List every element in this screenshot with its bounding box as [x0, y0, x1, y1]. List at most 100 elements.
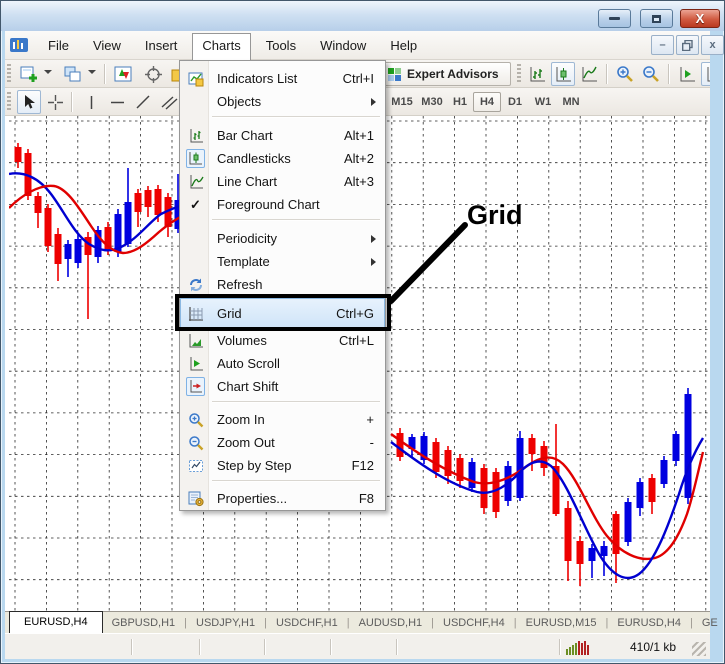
chart-tab[interactable]: AUDUSD,H1 [350, 617, 432, 629]
toolbar-separator [668, 64, 669, 84]
menu-item-objects[interactable]: Objects [181, 90, 384, 113]
timeframe-m15[interactable]: M15 [387, 92, 417, 112]
menu-item-foreground-chart[interactable]: ✓ Foreground Chart [181, 193, 384, 216]
toolbar-separator [71, 92, 72, 112]
menu-file[interactable]: File [39, 34, 78, 57]
expert-advisors-button[interactable]: Expert Advisors [381, 62, 511, 86]
indicators-list-icon [181, 71, 210, 87]
timeframe-w1[interactable]: W1 [529, 92, 557, 112]
timeframe-mn[interactable]: MN [557, 92, 585, 112]
callout-label: Grid [467, 200, 523, 231]
candlestick-chart-button[interactable] [551, 62, 575, 86]
timeframe-h4[interactable]: H4 [473, 92, 501, 112]
crosshair-icon [144, 65, 163, 84]
menu-help[interactable]: Help [381, 34, 426, 57]
mt4-window: X File View Insert Charts Tools Window H… [0, 0, 725, 664]
candlesticks-icon [186, 149, 205, 168]
chart-tab[interactable]: USDCHF,H1 [267, 617, 347, 629]
chart-tab[interactable]: GBPUSD,H1 [103, 617, 185, 629]
menu-view[interactable]: View [84, 34, 130, 57]
vertical-line-tool-button[interactable] [79, 90, 103, 114]
menu-separator [212, 480, 380, 481]
new-chart-icon [20, 65, 39, 84]
submenu-arrow-icon [371, 98, 376, 106]
timeframe-d1[interactable]: D1 [501, 92, 529, 112]
menu-insert[interactable]: Insert [136, 34, 187, 57]
chart-tab-overflow[interactable]: GE [693, 617, 725, 629]
window-minimize-button[interactable] [598, 9, 631, 28]
chart-shift-button[interactable] [701, 62, 710, 86]
chart-tab[interactable]: USDJPY,H1 [187, 617, 264, 629]
menu-item-zoom-in[interactable]: Zoom In + [181, 408, 384, 431]
zoom-in-button[interactable] [613, 62, 637, 86]
menu-tools[interactable]: Tools [257, 34, 305, 57]
menu-charts[interactable]: Charts [192, 33, 250, 61]
toolbar-separator [104, 64, 105, 84]
timeframe-m30[interactable]: M30 [417, 92, 447, 112]
chart-tab[interactable]: EURUSD,H4 [608, 617, 690, 629]
zoom-in-icon [616, 65, 634, 83]
menu-bar: File View Insert Charts Tools Window Hel… [5, 31, 710, 60]
child-close-button[interactable]: x [701, 35, 724, 55]
resize-grip[interactable] [692, 642, 706, 656]
new-order-icon [114, 66, 133, 83]
grid-highlight-box [175, 294, 391, 331]
menu-item-step-by-step[interactable]: Step by Step F12 [181, 454, 384, 477]
menu-item-indicators-list[interactable]: Indicators List Ctrl+I [181, 67, 384, 90]
new-chart-button[interactable] [17, 62, 41, 86]
menu-item-refresh[interactable]: Refresh [181, 273, 384, 296]
zoom-out-button[interactable] [639, 62, 663, 86]
menu-item-periodicity[interactable]: Periodicity [181, 227, 384, 250]
cursor-icon [22, 94, 37, 111]
menu-item-template[interactable]: Template [181, 250, 384, 273]
checkmark-icon: ✓ [190, 197, 201, 213]
chart-tab[interactable]: USDCHF,H4 [434, 617, 514, 629]
connection-status: 410/1 kb [603, 640, 703, 654]
menu-window[interactable]: Window [311, 34, 375, 57]
menu-separator [212, 401, 380, 402]
bar-chart-button[interactable] [525, 62, 549, 86]
chart-tabs-bar: EURUSD,H4 GBPUSD,H1| USDJPY,H1| USDCHF,H… [5, 611, 710, 633]
crosshair-tool-button[interactable] [43, 90, 67, 114]
profiles-button[interactable] [61, 62, 85, 86]
refresh-icon [181, 277, 210, 293]
channel-tool-button[interactable] [157, 90, 181, 114]
chart-tab[interactable]: EURUSD,M15 [517, 617, 606, 629]
restore-icon [682, 40, 693, 51]
profiles-dropdown-caret[interactable] [88, 70, 96, 74]
auto-scroll-button[interactable] [675, 62, 699, 86]
toolbar-grip[interactable] [7, 64, 11, 84]
menu-item-candlesticks[interactable]: Candlesticks Alt+2 [181, 147, 384, 170]
menu-item-properties[interactable]: Properties... F8 [181, 487, 384, 510]
submenu-arrow-icon [371, 235, 376, 243]
bar-chart-icon [528, 66, 546, 83]
horizontal-line-tool-button[interactable] [105, 90, 129, 114]
expert-advisors-icon [387, 67, 402, 82]
profiles-icon [64, 66, 82, 83]
crosshair-button[interactable] [141, 62, 165, 86]
menu-item-line-chart[interactable]: Line Chart Alt+3 [181, 170, 384, 193]
toolbar-grip[interactable] [517, 64, 521, 84]
child-minimize-button[interactable]: – [651, 35, 674, 55]
trendline-tool-button[interactable] [131, 90, 155, 114]
auto-scroll-icon [678, 66, 696, 83]
trendline-icon [135, 94, 152, 111]
line-chart-button[interactable] [577, 62, 601, 86]
window-maximize-button[interactable] [640, 9, 673, 28]
timeframe-h1[interactable]: H1 [447, 92, 473, 112]
horizontal-line-icon [109, 94, 126, 111]
menu-item-bar-chart[interactable]: Bar Chart Alt+1 [181, 124, 384, 147]
cursor-tool-button[interactable] [17, 90, 41, 114]
new-order-button[interactable] [111, 62, 135, 86]
menu-item-volumes[interactable]: Volumes Ctrl+L [181, 329, 384, 352]
chart-tab-active[interactable]: EURUSD,H4 [9, 611, 103, 633]
menu-item-auto-scroll[interactable]: Auto Scroll [181, 352, 384, 375]
window-close-button[interactable]: X [680, 9, 720, 28]
chart-shift-icon [704, 66, 710, 83]
menu-item-zoom-out[interactable]: Zoom Out - [181, 431, 384, 454]
child-restore-button[interactable] [676, 35, 699, 55]
title-bar: X [1, 1, 725, 31]
toolbar-grip[interactable] [7, 92, 11, 112]
new-chart-dropdown-caret[interactable] [44, 70, 52, 74]
menu-item-chart-shift[interactable]: Chart Shift [181, 375, 384, 398]
